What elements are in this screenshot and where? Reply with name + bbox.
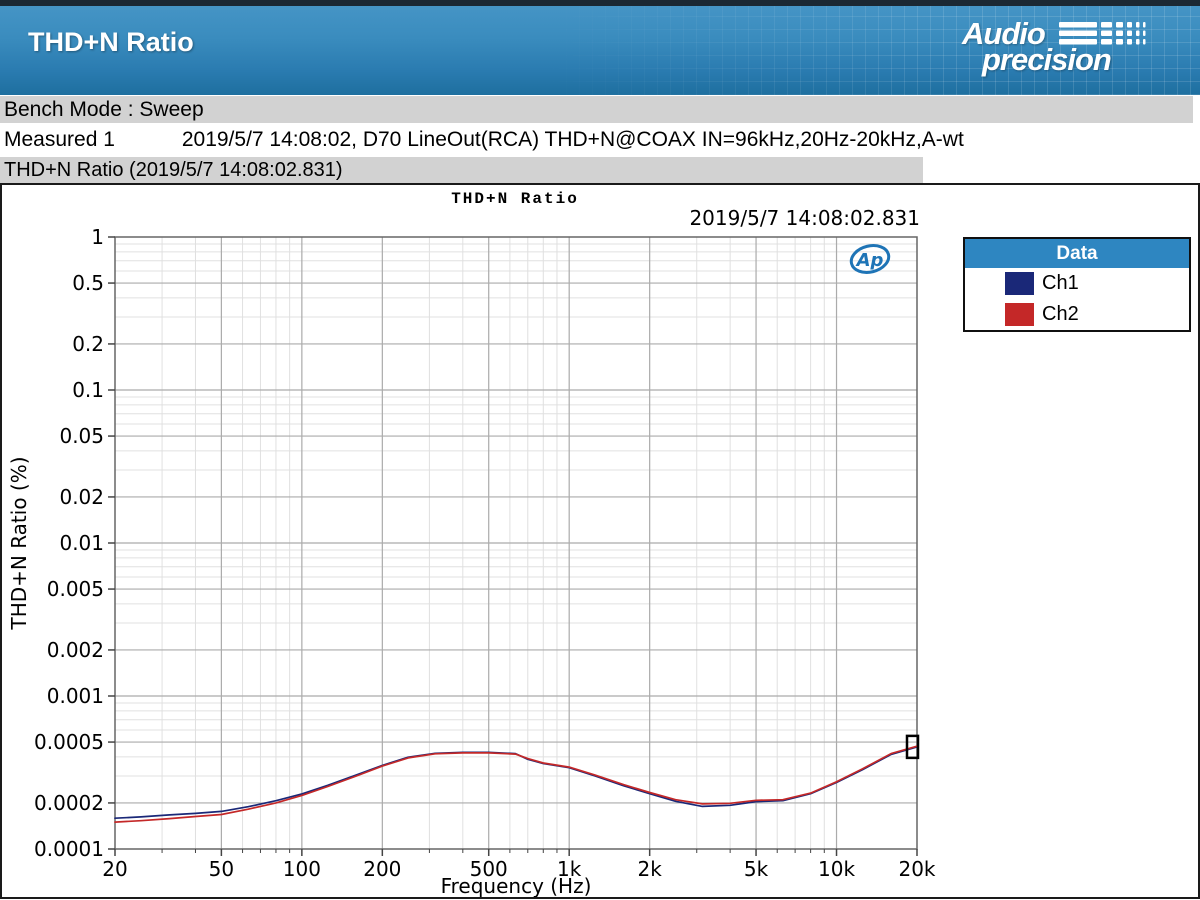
svg-text:Frequency (Hz): Frequency (Hz) bbox=[441, 874, 592, 897]
svg-text:0.0002: 0.0002 bbox=[34, 791, 104, 815]
svg-text:0.1: 0.1 bbox=[72, 378, 104, 402]
svg-text:100: 100 bbox=[283, 857, 321, 881]
svg-text:0.02: 0.02 bbox=[59, 485, 104, 509]
measured-label: Measured 1 bbox=[4, 128, 115, 151]
svg-text:THD+N Ratio: THD+N Ratio bbox=[451, 190, 579, 208]
svg-text:0.005: 0.005 bbox=[47, 577, 104, 601]
svg-text:20: 20 bbox=[102, 857, 127, 881]
ch2-color-swatch bbox=[1005, 303, 1034, 326]
svg-text:0.001: 0.001 bbox=[47, 684, 104, 708]
svg-text:Ap: Ap bbox=[855, 250, 884, 271]
svg-text:THD+N Ratio (%): THD+N Ratio (%) bbox=[7, 456, 31, 630]
legend-item-ch1: Ch1 bbox=[965, 268, 1189, 299]
audio-precision-logo: Audio precision bbox=[962, 16, 1152, 80]
svg-text:50: 50 bbox=[209, 857, 234, 881]
svg-text:0.0005: 0.0005 bbox=[34, 730, 104, 754]
section-title-text: THD+N Ratio (2019/5/7 14:08:02.831) bbox=[4, 159, 343, 181]
legend-title: Data bbox=[965, 239, 1189, 268]
ch1-label: Ch1 bbox=[1042, 272, 1079, 294]
svg-text:0.05: 0.05 bbox=[59, 424, 104, 448]
measured-line: Measured 1 2019/5/7 14:08:02, D70 LineOu… bbox=[0, 123, 1200, 157]
svg-text:0.5: 0.5 bbox=[72, 271, 104, 295]
section-title-bar: THD+N Ratio (2019/5/7 14:08:02.831) bbox=[0, 157, 923, 183]
legend-item-ch2: Ch2 bbox=[965, 299, 1189, 330]
page-title: THD+N Ratio bbox=[28, 27, 194, 57]
ch1-color-swatch bbox=[1005, 272, 1034, 295]
svg-text:0.0001: 0.0001 bbox=[34, 837, 104, 861]
svg-text:2019/5/7 14:08:02.831: 2019/5/7 14:08:02.831 bbox=[689, 206, 920, 230]
svg-text:5k: 5k bbox=[744, 857, 769, 881]
svg-text:0.002: 0.002 bbox=[47, 638, 104, 662]
legend: Data Ch1 Ch2 bbox=[963, 237, 1191, 332]
bench-mode-text: Bench Mode : Sweep bbox=[4, 98, 204, 121]
svg-text:1: 1 bbox=[91, 225, 104, 249]
svg-text:20k: 20k bbox=[898, 857, 935, 881]
bench-mode-bar: Bench Mode : Sweep bbox=[0, 96, 1193, 123]
measured-value: 2019/5/7 14:08:02, D70 LineOut(RCA) THD+… bbox=[181, 128, 964, 151]
title-bar: THD+N Ratio Audio precision bbox=[0, 0, 1200, 95]
ch2-label: Ch2 bbox=[1042, 303, 1079, 325]
svg-text:0.01: 0.01 bbox=[59, 531, 104, 555]
ap-report-window: THD+N Ratio Audio precision Bench Mode :… bbox=[0, 0, 1200, 900]
logo-word-precision: precision bbox=[982, 42, 1112, 77]
svg-text:200: 200 bbox=[363, 857, 401, 881]
chart-frame: 20 50 100 200 500 1k 2k 5k 10k 20k 1 0.5 0.2 0.1 0.05 0… bbox=[0, 183, 1200, 899]
svg-text:2k: 2k bbox=[638, 857, 663, 881]
svg-text:0.2: 0.2 bbox=[72, 332, 104, 356]
svg-text:10k: 10k bbox=[818, 857, 855, 881]
header-top-strip bbox=[0, 0, 1200, 6]
